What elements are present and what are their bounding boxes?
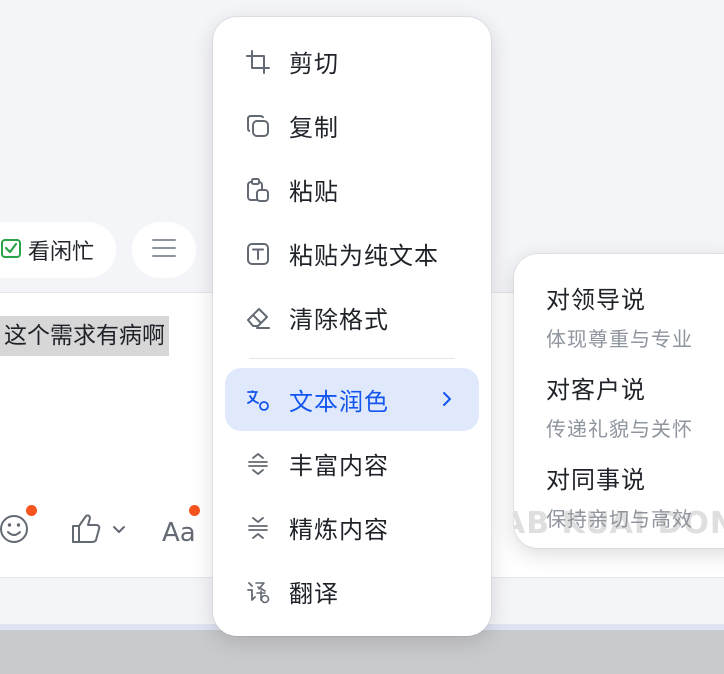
submenu-item-desc: 体现尊重与专业 bbox=[546, 327, 693, 351]
crop-icon bbox=[243, 47, 273, 77]
paste-icon bbox=[243, 175, 273, 205]
menu-item-translate[interactable]: 翻译 bbox=[225, 560, 479, 623]
footer-area bbox=[0, 630, 724, 674]
menu-item-text-polish[interactable]: 文本润色 bbox=[225, 368, 479, 431]
menu-item-copy[interactable]: 复制 bbox=[225, 94, 479, 157]
menu-item-label: 清除格式 bbox=[289, 306, 389, 334]
submenu-item-to-client[interactable]: 对客户说 传递礼貌与关怀 bbox=[546, 370, 693, 442]
more-menu-button[interactable] bbox=[132, 222, 196, 278]
calendar-check-icon bbox=[0, 237, 22, 263]
submenu-item-to-leader[interactable]: 对领导说 体现尊重与专业 bbox=[546, 280, 693, 352]
menu-item-paste[interactable]: 粘贴 bbox=[225, 158, 479, 221]
check-availability-label: 看闲忙 bbox=[28, 240, 95, 265]
menu-item-label: 文本润色 bbox=[289, 388, 389, 416]
notification-dot bbox=[189, 505, 200, 516]
menu-item-label: 粘贴为纯文本 bbox=[289, 242, 439, 270]
check-availability-button[interactable]: 看闲忙 bbox=[0, 222, 116, 278]
menu-item-label: 丰富内容 bbox=[289, 452, 389, 480]
menu-item-label: 翻译 bbox=[289, 580, 339, 608]
submenu-item-title: 对同事说 bbox=[546, 466, 646, 494]
hamburger-icon bbox=[151, 237, 177, 263]
text-format-button[interactable]: Aa bbox=[160, 505, 200, 557]
eraser-icon bbox=[243, 303, 273, 333]
chevron-right-icon bbox=[441, 388, 453, 414]
copy-icon bbox=[243, 111, 273, 141]
condense-icon bbox=[243, 513, 273, 543]
submenu-item-title: 对领导说 bbox=[546, 286, 646, 314]
submenu-item-desc: 传递礼貌与关怀 bbox=[546, 417, 693, 441]
menu-item-label: 精炼内容 bbox=[289, 516, 389, 544]
menu-divider bbox=[249, 358, 455, 359]
selected-text[interactable]: 这个需求有病啊 bbox=[0, 316, 169, 356]
svg-text:Aa: Aa bbox=[162, 518, 196, 548]
menu-item-cut[interactable]: 剪切 bbox=[225, 30, 479, 93]
menu-item-label: 粘贴 bbox=[289, 178, 339, 206]
expand-icon bbox=[243, 449, 273, 479]
reaction-button[interactable] bbox=[70, 505, 132, 557]
emoji-button[interactable] bbox=[0, 505, 37, 557]
watermark: AB KUAI DONG bbox=[514, 506, 724, 541]
context-menu: 剪切 复制 粘贴 粘贴为纯文本 清除格式 文本润色 丰富内容 精炼内容 翻译 bbox=[213, 17, 491, 636]
menu-item-enrich-content[interactable]: 丰富内容 bbox=[225, 432, 479, 495]
thumbs-up-icon bbox=[72, 514, 125, 543]
plain-text-icon bbox=[243, 239, 273, 269]
translate-icon bbox=[243, 577, 273, 607]
notification-dot bbox=[26, 505, 37, 516]
menu-item-clear-format[interactable]: 清除格式 bbox=[225, 286, 479, 349]
editor-toolbar: Aa bbox=[0, 505, 230, 553]
menu-item-refine-content[interactable]: 精炼内容 bbox=[225, 496, 479, 559]
submenu-item-title: 对客户说 bbox=[546, 376, 646, 404]
text-polish-icon bbox=[243, 385, 273, 415]
menu-item-label: 复制 bbox=[289, 114, 339, 142]
menu-item-label: 剪切 bbox=[289, 50, 339, 78]
menu-item-paste-plain-text[interactable]: 粘贴为纯文本 bbox=[225, 222, 479, 285]
text-polish-submenu: 对领导说 体现尊重与专业 对客户说 传递礼貌与关怀 对同事说 保持亲切与高效 A… bbox=[514, 254, 724, 548]
